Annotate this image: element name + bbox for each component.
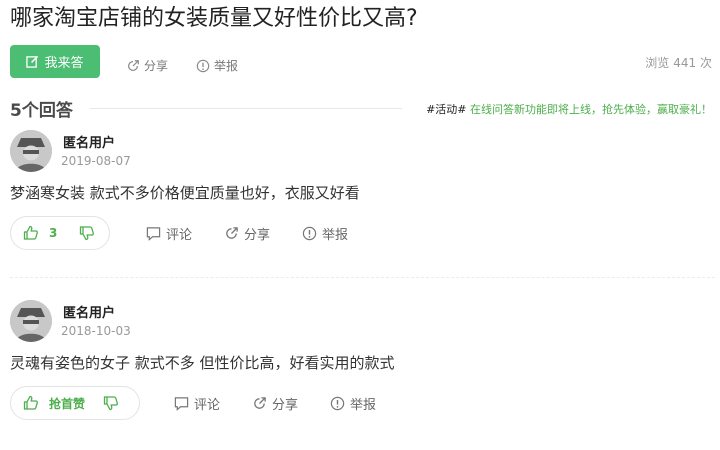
view-count: 浏览 441 次	[645, 54, 712, 71]
vote-box: 抢首赞	[10, 386, 140, 420]
answers-header: 5个回答 #活动# 在线问答新功能即将上线，抢先体验，赢取豪礼！	[10, 96, 712, 121]
views-value: 441 次	[673, 56, 712, 70]
share-label: 分享	[272, 398, 299, 413]
views-label: 浏览	[645, 56, 670, 70]
answer-content: 灵魂有姿色的女子 款式不多 但性价比高，好看实用的款式	[10, 354, 395, 372]
dislike-button[interactable]	[103, 395, 119, 411]
thumbs-up-icon	[23, 225, 38, 240]
vote-box: 3	[10, 216, 110, 250]
comment-button[interactable]: 评论	[146, 224, 192, 243]
header-divider	[90, 108, 402, 109]
share-icon	[226, 227, 238, 239]
answer-button-label: 我来答	[44, 56, 84, 71]
answer-button[interactable]: 我来答	[10, 45, 100, 78]
share-label: 分享	[144, 59, 169, 73]
comment-icon	[146, 227, 161, 241]
answer-card: 匿名用户 2018-10-03 灵魂有姿色的女子 款式不多 但性价比高，好看实用…	[10, 300, 710, 450]
promo-tag: #活动#	[426, 103, 467, 116]
like-button[interactable]: 抢首赞	[23, 395, 85, 412]
thumbs-down-icon	[103, 396, 118, 411]
share-label: 分享	[244, 228, 271, 243]
answer-count: 5个回答	[10, 101, 73, 121]
warning-icon	[302, 226, 317, 241]
answer-divider	[10, 277, 715, 278]
dislike-button[interactable]	[79, 225, 95, 241]
thumbs-down-icon	[80, 226, 95, 241]
answer-date: 2019-08-07	[61, 154, 131, 168]
comment-label: 评论	[166, 228, 193, 243]
thumbs-up-icon	[23, 395, 38, 410]
share-button[interactable]: 分享	[126, 57, 168, 74]
share-button[interactable]: 分享	[252, 394, 298, 413]
edit-icon	[26, 55, 39, 68]
share-button[interactable]: 分享	[224, 224, 270, 243]
warning-icon	[196, 59, 210, 72]
share-icon	[128, 59, 139, 71]
report-label: 举报	[350, 398, 377, 413]
promo-text[interactable]: 在线问答新功能即将上线，抢先体验，赢取豪礼！	[470, 103, 712, 116]
user-name: 匿名用户	[63, 306, 116, 321]
like-button[interactable]: 3	[23, 225, 57, 241]
avatar[interactable]	[10, 300, 52, 342]
report-label: 举报	[214, 59, 239, 73]
comment-icon	[174, 397, 189, 411]
share-icon	[254, 397, 266, 409]
report-button[interactable]: 举报	[196, 57, 238, 74]
report-button[interactable]: 举报	[302, 224, 348, 243]
anonymous-user-icon	[10, 130, 52, 172]
promo-banner[interactable]: #活动# 在线问答新功能即将上线，抢先体验，赢取豪礼！	[426, 101, 712, 117]
user-name: 匿名用户	[63, 136, 116, 151]
like-count: 3	[49, 226, 58, 240]
warning-icon	[330, 396, 345, 411]
answer-date: 2018-10-03	[61, 324, 131, 338]
avatar[interactable]	[10, 130, 52, 172]
comment-label: 评论	[194, 398, 221, 413]
report-button[interactable]: 举报	[330, 394, 376, 413]
answer-content: 梦涵寒女装 款式不多价格便宜质量也好，衣服又好看	[10, 184, 360, 202]
answer-card: 匿名用户 2019-08-07 梦涵寒女装 款式不多价格便宜质量也好，衣服又好看…	[10, 130, 710, 280]
anonymous-user-icon	[10, 300, 52, 342]
like-count: 抢首赞	[49, 396, 86, 411]
question-title: 哪家淘宝店铺的女装质量又好性价比又高?	[10, 6, 418, 31]
comment-button[interactable]: 评论	[174, 394, 220, 413]
report-label: 举报	[322, 228, 349, 243]
